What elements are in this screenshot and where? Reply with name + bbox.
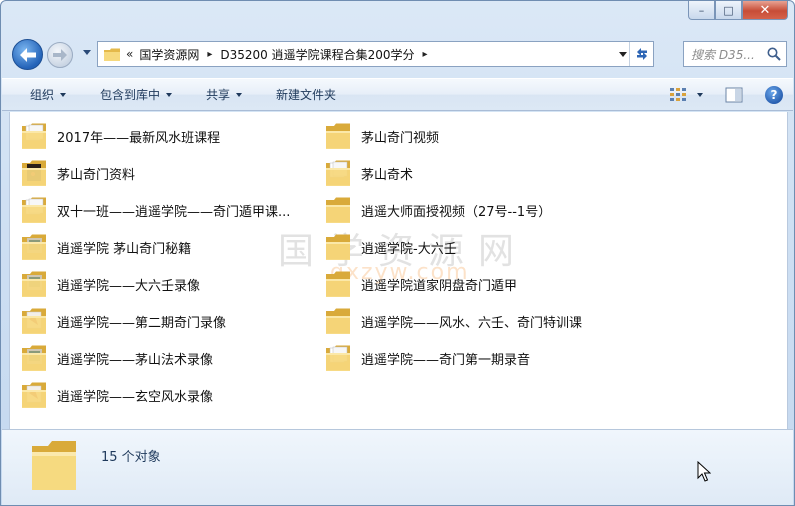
explorer-window: – □ ✕ « 国学资源网 ▸ D35200 逍遥学院课程合集200学分 ▸ 搜… bbox=[0, 0, 795, 506]
file-name: 逍遥学院-大六壬 bbox=[361, 241, 457, 257]
file-list-item[interactable]: 茅山奇术 bbox=[325, 158, 413, 188]
file-name: 逍遥大师面授视频（27号--1号） bbox=[361, 204, 552, 220]
file-name: 茅山奇术 bbox=[361, 167, 414, 183]
change-view-icon[interactable] bbox=[669, 87, 687, 103]
include-in-library-label: 包含到库中 bbox=[100, 88, 161, 102]
folder-docs-icon bbox=[21, 196, 47, 224]
breadcrumb-item-current[interactable]: D35200 逍遥学院课程合集200学分 bbox=[220, 46, 414, 63]
file-name: 逍遥学院——奇门第一期录音 bbox=[361, 352, 531, 368]
help-icon[interactable]: ? bbox=[765, 85, 783, 104]
maximize-button[interactable]: □ bbox=[715, 1, 742, 20]
file-list-item[interactable]: 逍遥学院——玄空风水录像 bbox=[21, 380, 213, 410]
folder-icon bbox=[325, 233, 351, 261]
search-input[interactable]: 搜索 D35... bbox=[683, 41, 787, 67]
file-list-item[interactable]: 双十一班——逍遥学院——奇门遁甲课... bbox=[21, 195, 290, 225]
chevron-down-icon bbox=[166, 92, 173, 97]
organize-label: 组织 bbox=[30, 88, 55, 102]
file-name: 逍遥学院——茅山法术录像 bbox=[57, 352, 214, 368]
new-folder-label: 新建文件夹 bbox=[276, 88, 337, 102]
share-button[interactable]: 共享 bbox=[206, 79, 243, 110]
include-in-library-button[interactable]: 包含到库中 bbox=[100, 79, 173, 110]
folder-red-icon bbox=[21, 381, 47, 409]
search-icon[interactable] bbox=[767, 47, 781, 61]
file-name: 逍遥学院——玄空风水录像 bbox=[57, 389, 214, 405]
refresh-button[interactable] bbox=[629, 42, 653, 66]
folder-icon bbox=[325, 196, 351, 224]
file-name: 逍遥学院——大六壬录像 bbox=[57, 278, 201, 294]
file-name: 2017年——最新风水班课程 bbox=[57, 130, 221, 146]
details-pane: 15 个对象 bbox=[2, 429, 793, 505]
folder-red-icon bbox=[21, 307, 47, 335]
chevron-down-icon bbox=[60, 92, 67, 97]
new-folder-button[interactable]: 新建文件夹 bbox=[276, 79, 336, 110]
folder-icon bbox=[104, 48, 120, 61]
mouse-cursor-icon bbox=[697, 461, 711, 482]
view-controls: ? bbox=[669, 79, 783, 110]
file-name: 逍遥学院——第二期奇门录像 bbox=[57, 315, 227, 331]
folder-docs-icon bbox=[325, 159, 351, 187]
folder-image-icon bbox=[21, 233, 47, 261]
forward-button[interactable] bbox=[47, 42, 73, 68]
file-list-item[interactable]: 逍遥大师面授视频（27号--1号） bbox=[325, 195, 551, 225]
folder-image-icon bbox=[21, 270, 47, 298]
file-name: 逍遥学院道家阴盘奇门遁甲 bbox=[361, 278, 518, 294]
close-button[interactable]: ✕ bbox=[742, 1, 788, 20]
back-button[interactable] bbox=[12, 39, 43, 70]
recent-pages-dropdown[interactable] bbox=[83, 50, 91, 55]
forward-arrow-icon bbox=[53, 49, 67, 61]
folder-icon bbox=[325, 122, 351, 150]
breadcrumb: « 国学资源网 ▸ D35200 逍遥学院课程合集200学分 ▸ bbox=[126, 42, 436, 66]
navigation-bar: « 国学资源网 ▸ D35200 逍遥学院课程合集200学分 ▸ 搜索 D35.… bbox=[9, 38, 787, 70]
share-label: 共享 bbox=[206, 88, 231, 102]
folder-docs-icon bbox=[21, 122, 47, 150]
file-list-item[interactable]: 2017年——最新风水班课程 bbox=[21, 121, 220, 151]
command-bar: 组织 包含到库中 共享 新建文件夹 ? bbox=[2, 78, 793, 111]
file-list-item[interactable]: 逍遥学院 茅山奇门秘籍 bbox=[21, 232, 191, 262]
address-bar[interactable]: « 国学资源网 ▸ D35200 逍遥学院课程合集200学分 ▸ bbox=[97, 41, 654, 67]
file-list-item[interactable]: 逍遥学院——大六壬录像 bbox=[21, 269, 200, 299]
file-list-item[interactable]: 逍遥学院——风水、六壬、奇门特训课 bbox=[325, 306, 582, 336]
refresh-icon bbox=[636, 48, 647, 60]
breadcrumb-separator-icon[interactable]: ▸ bbox=[207, 49, 212, 60]
breadcrumb-overflow[interactable]: « bbox=[126, 47, 133, 61]
folder-image-icon bbox=[21, 344, 47, 372]
breadcrumb-separator-icon[interactable]: ▸ bbox=[423, 49, 428, 60]
file-name: 逍遥学院——风水、六壬、奇门特训课 bbox=[361, 315, 583, 331]
chevron-down-icon bbox=[236, 92, 243, 97]
folder-dark-image-icon bbox=[21, 159, 47, 187]
file-list-item[interactable]: 逍遥学院——茅山法术录像 bbox=[21, 343, 213, 373]
file-list-item[interactable]: 逍遥学院-大六壬 bbox=[325, 232, 457, 262]
address-history-dropdown[interactable] bbox=[619, 52, 627, 57]
file-list-item[interactable]: 茅山奇门视频 bbox=[325, 121, 439, 151]
item-count: 15 个对象 bbox=[101, 450, 161, 465]
search-placeholder: 搜索 D35... bbox=[691, 47, 755, 62]
back-arrow-icon bbox=[19, 47, 36, 62]
folder-icon bbox=[32, 441, 76, 490]
folder-docs-icon bbox=[325, 344, 351, 372]
file-list-item[interactable]: 逍遥学院——第二期奇门录像 bbox=[21, 306, 226, 336]
breadcrumb-item-root[interactable]: 国学资源网 bbox=[139, 46, 199, 63]
file-name: 茅山奇门资料 bbox=[57, 167, 136, 183]
folder-icon bbox=[325, 307, 351, 335]
folder-icon bbox=[325, 270, 351, 298]
file-list: 国学资源网 gxzyw.com 2017年——最新风水班课程 茅山奇门资料 双十一班… bbox=[9, 112, 788, 429]
file-name: 茅山奇门视频 bbox=[361, 130, 440, 146]
minimize-button[interactable]: – bbox=[688, 1, 715, 20]
view-options-dropdown[interactable] bbox=[697, 92, 703, 97]
file-list-item[interactable]: 茅山奇门资料 bbox=[21, 158, 135, 188]
file-list-item[interactable]: 逍遥学院——奇门第一期录音 bbox=[325, 343, 530, 373]
file-name: 逍遥学院 茅山奇门秘籍 bbox=[57, 241, 192, 257]
file-list-item[interactable]: 逍遥学院道家阴盘奇门遁甲 bbox=[325, 269, 517, 299]
organize-button[interactable]: 组织 bbox=[30, 79, 67, 110]
file-name: 双十一班——逍遥学院——奇门遁甲课... bbox=[57, 204, 291, 220]
preview-pane-icon[interactable] bbox=[725, 87, 743, 103]
caption-buttons: – □ ✕ bbox=[688, 1, 788, 20]
